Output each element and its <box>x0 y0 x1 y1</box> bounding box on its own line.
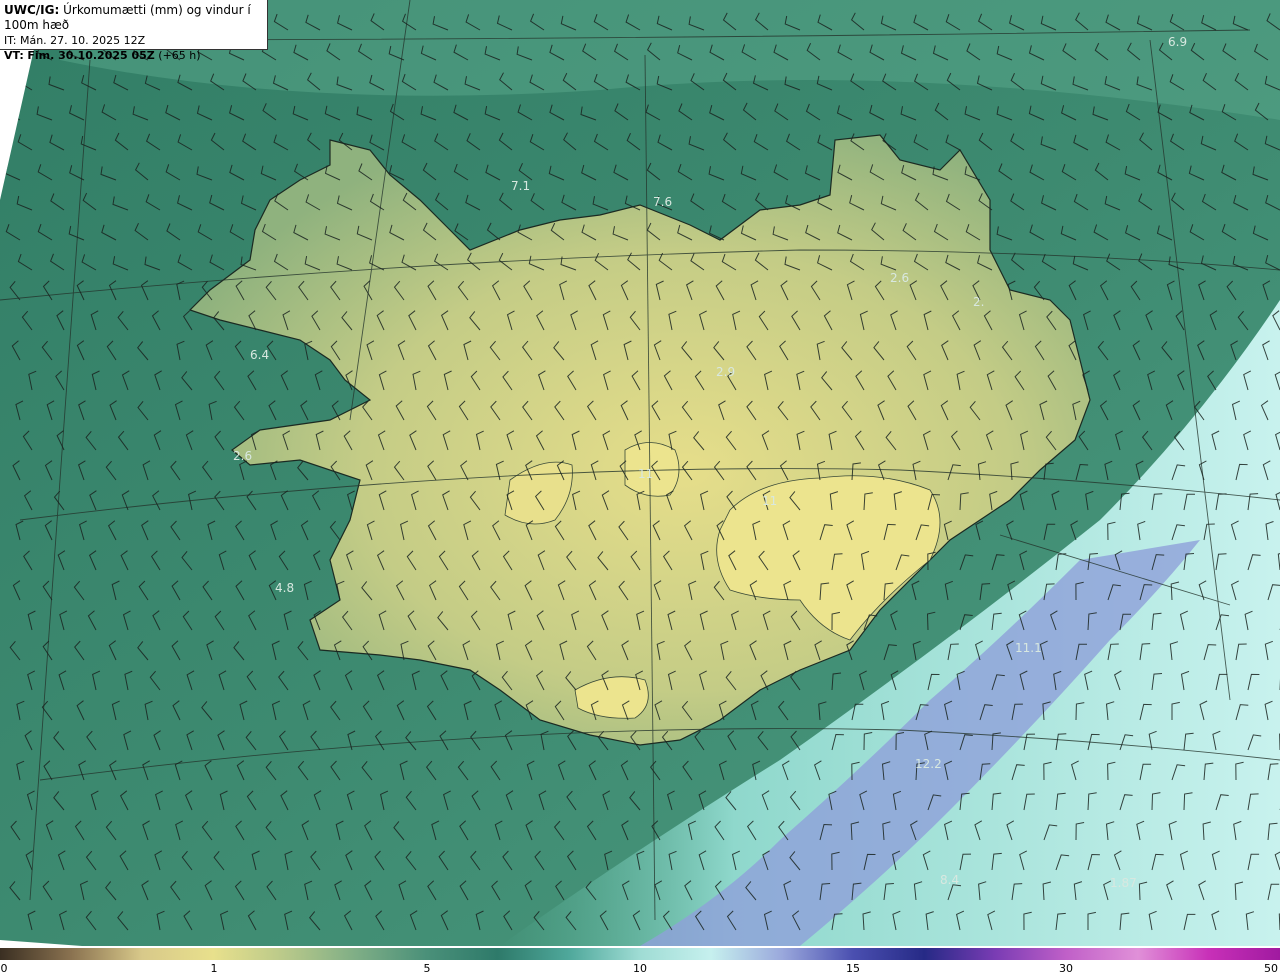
map-label: 11 <box>762 494 777 508</box>
precipitation-colorbar <box>0 948 1280 960</box>
colorbar-tick: 15 <box>846 962 860 975</box>
model-name: UWC/IG: <box>4 3 60 17</box>
colorbar-tick: 1 <box>210 962 218 975</box>
map-label: 11.1 <box>1015 641 1042 655</box>
map-title-box: UWC/IG: Úrkomumætti (mm) og vindur í 100… <box>0 0 268 62</box>
valid-time: Fim. 30.10.2025 05Z <box>27 49 155 62</box>
valid-label: VT: <box>4 49 24 62</box>
precipitation-map: 6.9 7.1 7.6 2.6 2. 6.4 2.9 2.6 11 11 4.8… <box>0 0 1280 946</box>
map-label: 2.6 <box>890 271 909 285</box>
colorbar-tick: 50 <box>1264 962 1278 975</box>
colorbar-tick: 0 <box>0 962 8 975</box>
map-label: 4.8 <box>275 581 294 595</box>
colorbar-tick: 30 <box>1059 962 1073 975</box>
map-label: 7.6 <box>653 195 672 209</box>
map-label: 2. <box>973 295 984 309</box>
map-label: 8.4 <box>940 873 959 887</box>
init-label: IT: <box>4 34 17 47</box>
colorbar-tick: 10 <box>633 962 647 975</box>
map-label: 6.9 <box>1168 35 1187 49</box>
colorbar-ticks: 0 1 5 10 15 30 50 <box>0 962 1280 978</box>
map-label: 6.4 <box>250 348 269 362</box>
map-label: 12.2 <box>915 757 942 771</box>
map-label: 1.87 <box>1110 876 1137 890</box>
map-label: 2.9 <box>716 365 735 379</box>
colorbar-tick: 5 <box>423 962 431 975</box>
wind-barb <box>5 104 21 121</box>
map-label: 11 <box>638 467 653 481</box>
lead-time: (+65 h) <box>158 49 201 62</box>
init-time: Mán. 27. 10. 2025 12Z <box>19 34 146 47</box>
map-label: 7.1 <box>511 179 530 193</box>
map-label: 2.6 <box>233 449 252 463</box>
